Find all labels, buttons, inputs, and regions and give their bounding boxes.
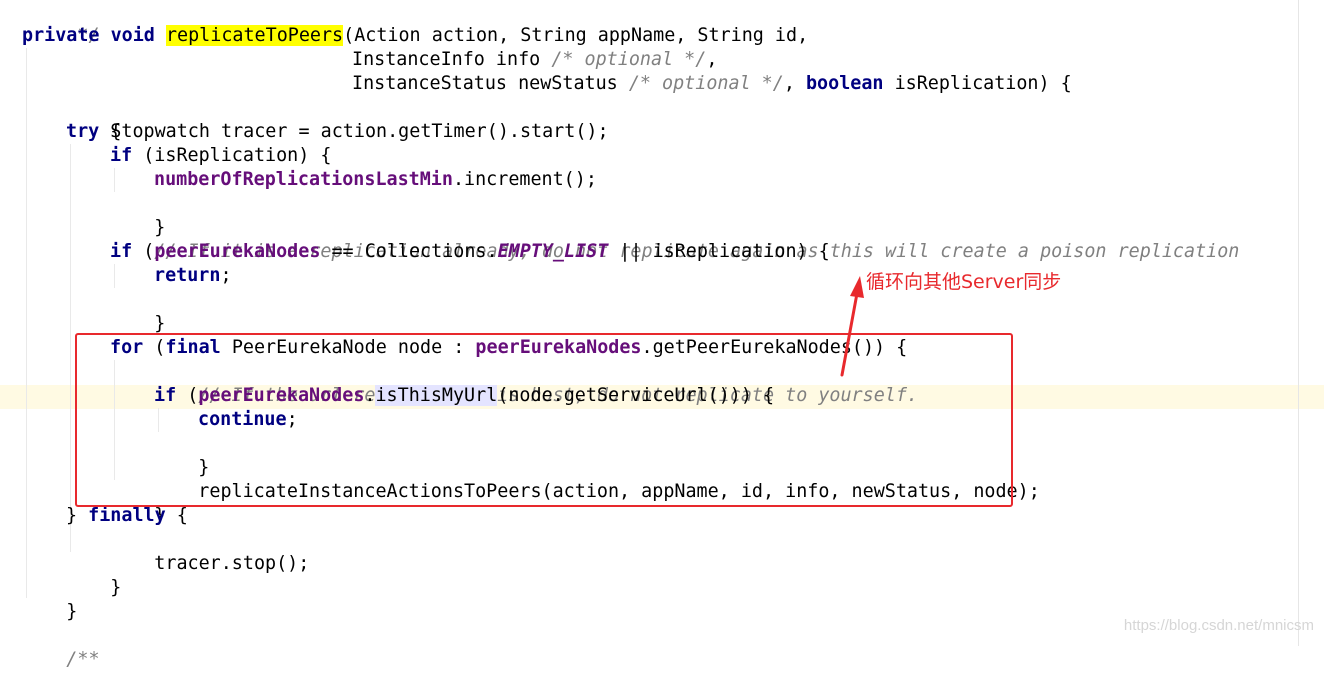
- watermark: https://blog.csdn.net/mnicsm: [1123, 617, 1314, 634]
- keyword-if: if: [110, 145, 133, 166]
- method-call-increment: .increment();: [452, 169, 597, 190]
- punctuation: ,: [706, 49, 718, 70]
- constant-empty-list: EMPTY_LIST: [497, 241, 609, 262]
- keyword-private: private: [22, 25, 100, 46]
- code-line-22[interactable]: } finally {: [66, 504, 188, 528]
- statement-tracer-stop: tracer.stop();: [154, 553, 310, 574]
- brace-close: }: [154, 313, 166, 334]
- code-line-23[interactable]: tracer.stop();: [110, 528, 309, 574]
- punctuation: ,: [783, 73, 806, 94]
- method-params: (Action action, String appName, String i…: [343, 25, 809, 46]
- indent-guide: [26, 48, 27, 598]
- keyword-if: if: [110, 241, 133, 262]
- code-line-11[interactable]: if (peerEurekaNodes == Collections.EMPTY…: [110, 240, 830, 264]
- code-line-13[interactable]: }: [110, 288, 165, 334]
- indent-guide: [114, 168, 115, 192]
- statement-stopwatch: Stopwatch tracer = action.getTimer().sta…: [110, 121, 609, 142]
- code-editor[interactable]: */ private void replicateToPeers(Action …: [0, 0, 1324, 670]
- param-new-status: InstanceStatus newStatus: [352, 73, 629, 94]
- param-is-replication: isReplication) {: [883, 73, 1072, 94]
- code-line-5[interactable]: Stopwatch tracer = action.getTimer().sta…: [66, 96, 608, 142]
- keyword-boolean: boolean: [805, 73, 884, 94]
- brace-close: }: [110, 577, 122, 598]
- code-line-1[interactable]: */: [22, 0, 99, 46]
- method-name-replicate-to-peers[interactable]: replicateToPeers: [165, 25, 344, 46]
- paren-open: (: [132, 241, 155, 262]
- code-line-10[interactable]: // If it is a replication already, do no…: [110, 216, 1239, 262]
- if-condition: (isReplication) {: [132, 145, 332, 166]
- keyword-return: return: [154, 265, 221, 286]
- javadoc-start: /**: [66, 649, 100, 670]
- annotation-label: 循环向其他Server同步: [866, 271, 1062, 293]
- code-line-12[interactable]: return;: [154, 264, 232, 288]
- brace-open: {: [99, 121, 122, 142]
- inline-comment: /* optional */: [628, 73, 784, 94]
- code-line-27[interactable]: /**: [22, 624, 99, 670]
- code-line-7[interactable]: if (isReplication) {: [110, 144, 331, 168]
- annotation-highlight-box: [75, 333, 1013, 507]
- annotation-arrow-icon: [840, 276, 864, 377]
- field-peer-eureka-nodes: peerEurekaNodes: [154, 241, 321, 262]
- inline-comment: /* optional */: [551, 49, 707, 70]
- semicolon: ;: [220, 265, 232, 286]
- brace-open: {: [165, 505, 188, 526]
- keyword-void: void: [110, 25, 155, 46]
- comparison: == Collections.: [320, 241, 498, 262]
- condition-tail: || isReplication) {: [608, 241, 830, 262]
- right-margin-guide: [1298, 0, 1299, 646]
- keyword-try: try: [66, 121, 100, 142]
- code-line-9[interactable]: }: [110, 192, 165, 238]
- brace-close: }: [66, 601, 78, 622]
- field-number-of-replications: numberOfReplicationsLastMin: [154, 169, 453, 190]
- code-line-4[interactable]: InstanceStatus newStatus /* optional */,…: [352, 72, 1072, 96]
- code-line-8[interactable]: numberOfReplicationsLastMin.increment();: [154, 168, 597, 192]
- indent-guide: [70, 144, 71, 552]
- code-line-3[interactable]: InstanceInfo info /* optional */,: [352, 48, 717, 72]
- brace-close: }: [66, 505, 89, 526]
- keyword-finally: finally: [88, 505, 166, 526]
- code-line-2[interactable]: private void replicateToPeers(Action act…: [22, 24, 808, 48]
- code-line-24[interactable]: }: [66, 552, 121, 598]
- code-line-25[interactable]: }: [22, 576, 77, 622]
- code-line-6[interactable]: try {: [66, 120, 121, 144]
- param-info: InstanceInfo info: [352, 49, 552, 70]
